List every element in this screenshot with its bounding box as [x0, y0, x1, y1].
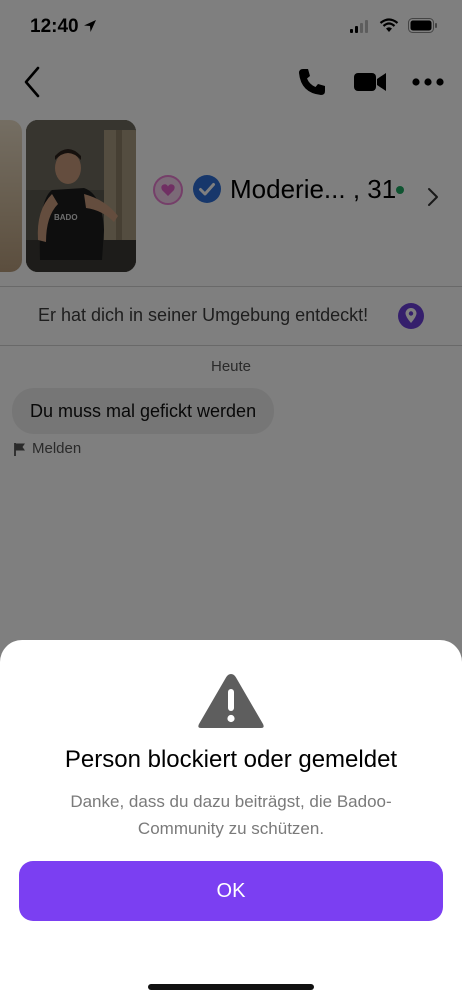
back-chevron-icon[interactable]	[18, 64, 48, 100]
warning-icon	[198, 674, 264, 728]
location-arrow-icon	[84, 20, 96, 32]
dialog-title: Person blockiert oder gemeldet	[64, 746, 398, 773]
battery-icon	[408, 18, 437, 33]
heart-badge-icon	[153, 175, 183, 205]
verified-badge-icon	[193, 175, 221, 203]
status-bar: 12:40	[0, 0, 462, 56]
status-time: 12:40	[30, 16, 79, 37]
svg-text:BADO: BADO	[54, 213, 78, 222]
location-pin-icon	[398, 303, 424, 329]
online-indicator	[396, 186, 404, 194]
dialog-message: Danke, dass du dazu beiträgst, die Badoo…	[70, 792, 392, 838]
profile-photo[interactable]: BADO	[26, 120, 136, 272]
profile-photo-previous[interactable]	[0, 120, 22, 272]
report-label: Melden	[32, 440, 82, 457]
profile-header[interactable]: BADO Moderie... , 31	[0, 112, 462, 286]
chat-navbar	[0, 56, 462, 112]
day-label: Heute	[210, 358, 252, 375]
divider	[0, 345, 462, 346]
report-link[interactable]: Melden	[12, 440, 81, 457]
flag-icon	[14, 442, 25, 456]
home-indicator[interactable]	[148, 984, 314, 990]
signal-icon	[350, 19, 368, 33]
wifi-icon	[379, 18, 399, 32]
phone-icon[interactable]	[296, 66, 328, 98]
blocked-dialog: Person blockiert oder gemeldet Danke, da…	[0, 640, 462, 1000]
ok-button[interactable]: OK	[19, 861, 443, 921]
profile-name[interactable]: Moderie... , 31	[230, 174, 396, 205]
status-indicators	[350, 18, 438, 33]
discovery-info: Er hat dich in seiner Umgebung entdeckt!	[0, 287, 462, 345]
video-icon[interactable]	[352, 68, 388, 96]
more-icon[interactable]	[410, 70, 446, 94]
message-bubble[interactable]: Du muss mal gefickt werden	[12, 388, 275, 434]
chevron-right-icon[interactable]	[422, 184, 444, 210]
discovery-text: Er hat dich in seiner Umgebung entdeckt!	[38, 305, 369, 325]
